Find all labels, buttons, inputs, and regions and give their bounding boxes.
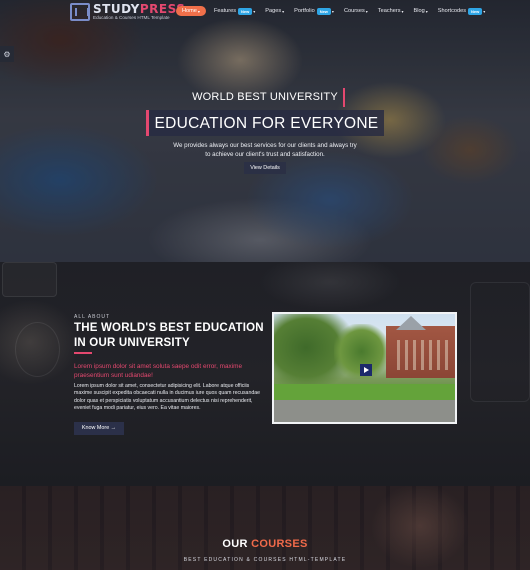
nav-item-teachers[interactable]: Teachers ▾	[378, 8, 404, 14]
settings-icon[interactable]: ⚙	[0, 46, 14, 62]
hero-description: We provides always our best services for…	[173, 142, 357, 158]
nav-item-portfolio[interactable]: Portfolio New ▾	[294, 7, 334, 15]
background-decoration	[15, 322, 60, 377]
chevron-down-icon: ▾	[365, 8, 368, 14]
background-decoration	[470, 282, 530, 402]
plaza-graphic	[274, 400, 455, 422]
campus-video[interactable]	[272, 312, 457, 424]
campus-image	[274, 314, 455, 422]
nav-item-home[interactable]: Home ▾	[176, 6, 206, 16]
header-bar: STUDYPRESS Education & Courses HTML Temp…	[0, 0, 530, 26]
logo-icon	[70, 3, 90, 21]
hero-section: STUDYPRESS Education & Courses HTML Temp…	[0, 0, 530, 262]
hero-title: EDUCATION FOR EVERYONE	[154, 115, 379, 132]
about-body: Lorem ipsum dolor sit amet, consectetur …	[74, 383, 260, 411]
main-nav: Home ▾ Features New ▾ Pages ▾ Portfolio New ▾ …	[176, 6, 495, 16]
hero-content: WORLD BEST UNIVERSITY EDUCATION FOR EVER…	[0, 0, 530, 262]
nav-item-features[interactable]: Features New ▾	[214, 7, 256, 15]
new-badge: New	[316, 7, 331, 15]
nav-item-courses[interactable]: Courses ▾	[344, 8, 368, 14]
background-decoration	[2, 262, 57, 297]
courses-subtitle: BEST EDUCATION & COURSES HTML-TEMPLATE	[183, 557, 347, 563]
about-kicker: ALL ABOUT	[74, 314, 111, 320]
about-section: ALL ABOUT THE WORLD'S BEST EDUCATION IN …	[0, 262, 530, 486]
building-graphic	[386, 326, 455, 378]
nav-item-pages[interactable]: Pages ▾	[265, 8, 284, 14]
chevron-down-icon: ▾	[483, 8, 486, 14]
chevron-down-icon: ▾	[197, 8, 200, 14]
new-badge: New	[238, 7, 253, 15]
chevron-down-icon: ▾	[282, 8, 285, 14]
know-more-button[interactable]: Know More →	[74, 422, 124, 435]
logo-tagline: Education & Courses HTML Template	[93, 15, 170, 20]
nav-item-blog[interactable]: Blog ▾	[414, 8, 428, 14]
chevron-down-icon: ▾	[401, 8, 404, 14]
about-lead: Lorem ipsum dolor sit amet soluta saepe …	[74, 363, 243, 379]
view-details-button[interactable]: View Details	[244, 162, 286, 174]
hero-kicker-wrap: WORLD BEST UNIVERSITY	[187, 88, 345, 107]
lawn-graphic	[274, 384, 455, 400]
chevron-down-icon: ▾	[425, 8, 428, 14]
title-accent-bar	[74, 352, 92, 354]
logo-name: STUDYPRESS	[93, 2, 186, 16]
play-icon[interactable]	[360, 364, 372, 376]
kicker-accent-bar	[343, 88, 345, 107]
new-badge: New	[468, 7, 483, 15]
courses-section: OUR COURSES BEST EDUCATION & COURSES HTM…	[0, 486, 530, 570]
chevron-down-icon: ▾	[253, 8, 256, 14]
hero-title-box: EDUCATION FOR EVERYONE	[146, 110, 384, 136]
hero-kicker: WORLD BEST UNIVERSITY	[192, 91, 338, 103]
courses-title: OUR COURSES	[222, 538, 308, 550]
site-logo[interactable]: STUDYPRESS Education & Courses HTML Temp…	[70, 3, 185, 21]
chevron-down-icon: ▾	[331, 8, 334, 14]
about-title: THE WORLD'S BEST EDUCATION IN OUR UNIVER…	[74, 322, 264, 349]
nav-item-shortcodes[interactable]: Shortcodes New ▾	[438, 7, 486, 15]
